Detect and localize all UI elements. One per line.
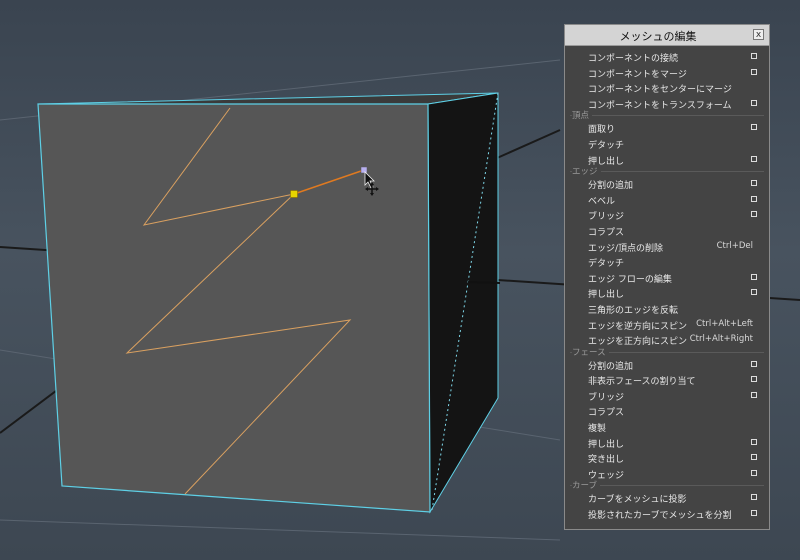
menu-item-label: 三角形のエッジを反転 bbox=[588, 305, 679, 316]
menu-item[interactable]: 押し出し bbox=[568, 285, 766, 301]
option-box-icon[interactable] bbox=[751, 124, 757, 131]
option-box-icon[interactable] bbox=[751, 155, 757, 162]
option-box-icon[interactable] bbox=[751, 510, 757, 517]
menu-item-label: 投影されたカーブでメッシュを分割 bbox=[588, 511, 732, 522]
section-header: エッジ bbox=[568, 165, 766, 178]
option-box-icon[interactable] bbox=[751, 360, 757, 367]
menu-item-shortcut: Ctrl+Alt+Right bbox=[689, 334, 753, 345]
section-label: 頂点 bbox=[572, 109, 593, 122]
menu-item[interactable]: ブリッジ bbox=[568, 207, 766, 223]
menu-item-label: コラプス bbox=[588, 408, 625, 419]
menu-item[interactable]: カーブをメッシュに投影 bbox=[568, 490, 766, 506]
option-box-icon[interactable] bbox=[751, 391, 757, 398]
menu-item[interactable]: 突き出し bbox=[568, 450, 766, 466]
section-header: 頂点 bbox=[568, 109, 766, 122]
close-icon[interactable]: x bbox=[753, 29, 764, 40]
menu-item[interactable]: コンポーネントをトランスフォーム bbox=[568, 96, 766, 112]
menu-item[interactable]: エッジ フローの編集 bbox=[568, 270, 766, 286]
menu-item[interactable]: コラプス bbox=[568, 403, 766, 419]
menu-item-shortcut: Ctrl+Alt+Left bbox=[696, 318, 753, 329]
menu-item-label: エッジ フローの編集 bbox=[588, 274, 672, 285]
cube-side-face[interactable] bbox=[427, 92, 499, 514]
menu-item-label: 複製 bbox=[588, 424, 607, 435]
menu-item[interactable]: 分割の追加 bbox=[568, 357, 766, 373]
vertex-yellow[interactable] bbox=[290, 190, 298, 198]
menu-list: コンポーネントの接続 コンポーネントをマージコンポーネントをセンターにマージ コンポ… bbox=[568, 49, 766, 526]
menu-item-label: 分割の追加 bbox=[588, 361, 634, 372]
section-label: エッジ bbox=[572, 165, 601, 178]
menu-item[interactable]: 非表示フェースの割り当て bbox=[568, 372, 766, 388]
menu-item-label: コラプス bbox=[588, 227, 625, 238]
option-box-icon[interactable] bbox=[751, 53, 757, 59]
menu-item-label: 分割の追加 bbox=[588, 181, 634, 192]
menu-item-label: カーブをメッシュに投影 bbox=[588, 495, 687, 506]
menu-item[interactable]: コラプス bbox=[568, 223, 766, 239]
edit-mesh-panel: メッシュの編集 x コンポーネントの接続 コンポーネントをマージコンポーネントをセ… bbox=[564, 24, 770, 530]
menu-item-label: 突き出し bbox=[588, 455, 625, 466]
section-header: フェース bbox=[568, 345, 766, 358]
menu-item[interactable]: 投影されたカーブでメッシュを分割 bbox=[568, 506, 766, 522]
option-box-icon[interactable] bbox=[751, 469, 757, 476]
menu-item-label: エッジを逆方向にスピン bbox=[588, 321, 688, 332]
menu-item[interactable]: 複製 bbox=[568, 419, 766, 435]
menu-item[interactable]: コンポーネントをマージ bbox=[568, 65, 766, 81]
option-box-icon[interactable] bbox=[751, 180, 757, 187]
option-box-icon[interactable] bbox=[751, 289, 757, 296]
panel-title: メッシュの編集 bbox=[619, 30, 697, 43]
menu-item-label: コンポーネントをトランスフォーム bbox=[588, 100, 732, 111]
section-label: フェース bbox=[572, 345, 609, 358]
section-header: カーブ bbox=[568, 479, 766, 492]
menu-item-label: デタッチ bbox=[588, 259, 625, 270]
cube-top-face[interactable] bbox=[37, 92, 499, 105]
option-box-icon[interactable] bbox=[751, 68, 757, 75]
menu-item[interactable]: 三角形のエッジを反転 bbox=[568, 301, 766, 317]
option-box-icon[interactable] bbox=[751, 438, 757, 445]
option-box-icon[interactable] bbox=[751, 99, 757, 106]
option-box-icon[interactable] bbox=[751, 494, 757, 501]
menu-item[interactable]: ブリッジ bbox=[568, 388, 766, 404]
panel-header[interactable]: メッシュの編集 x bbox=[565, 25, 769, 46]
option-box-icon[interactable] bbox=[751, 273, 757, 280]
menu-item-label: デタッチ bbox=[588, 140, 625, 151]
option-box-icon[interactable] bbox=[751, 376, 757, 383]
menu-item-label: コンポーネントの接続 bbox=[588, 54, 679, 64]
menu-item[interactable]: 分割の追加 bbox=[568, 176, 766, 192]
menu-item-shortcut: Ctrl+Del bbox=[716, 240, 753, 251]
option-box-icon[interactable] bbox=[751, 454, 757, 461]
menu-item[interactable]: コンポーネントをセンターにマージ bbox=[568, 80, 766, 96]
option-box-icon[interactable] bbox=[751, 195, 757, 202]
menu-item-label: 押し出し bbox=[588, 290, 625, 301]
option-box-icon[interactable] bbox=[751, 211, 757, 218]
menu-item[interactable]: 押し出し bbox=[568, 435, 766, 451]
cube-mesh[interactable] bbox=[37, 92, 501, 514]
menu-item[interactable]: エッジ/頂点の削除 Ctrl+Del bbox=[568, 239, 766, 255]
vertex-lilac[interactable] bbox=[360, 166, 368, 174]
menu-item-label: 面取り bbox=[588, 125, 616, 136]
menu-item[interactable]: コンポーネントの接続 bbox=[568, 49, 766, 65]
menu-item[interactable]: デタッチ bbox=[568, 254, 766, 270]
cube-ground-edge bbox=[467, 281, 501, 284]
menu-item-label: ブリッジ bbox=[588, 392, 625, 403]
menu-item[interactable]: ベベル bbox=[568, 192, 766, 208]
menu-item-label: ベベル bbox=[588, 196, 616, 207]
menu-item-label: コンポーネントをマージ bbox=[588, 69, 687, 80]
cube-front-face[interactable] bbox=[37, 103, 431, 513]
menu-item-label: コンポーネントをセンターにマージ bbox=[588, 85, 732, 96]
menu-item[interactable]: 面取り bbox=[568, 120, 766, 136]
menu-item-label: 非表示フェースの割り当て bbox=[588, 377, 696, 388]
menu-item[interactable]: エッジを逆方向にスピン Ctrl+Alt+Left bbox=[568, 317, 766, 333]
section-divider bbox=[570, 115, 764, 117]
menu-item-label: 押し出し bbox=[588, 439, 625, 450]
menu-item[interactable]: デタッチ bbox=[568, 136, 766, 152]
menu-item-label: エッジ/頂点の削除 bbox=[588, 243, 664, 254]
menu-item-label: ブリッジ bbox=[588, 212, 625, 223]
section-label: カーブ bbox=[572, 479, 600, 492]
